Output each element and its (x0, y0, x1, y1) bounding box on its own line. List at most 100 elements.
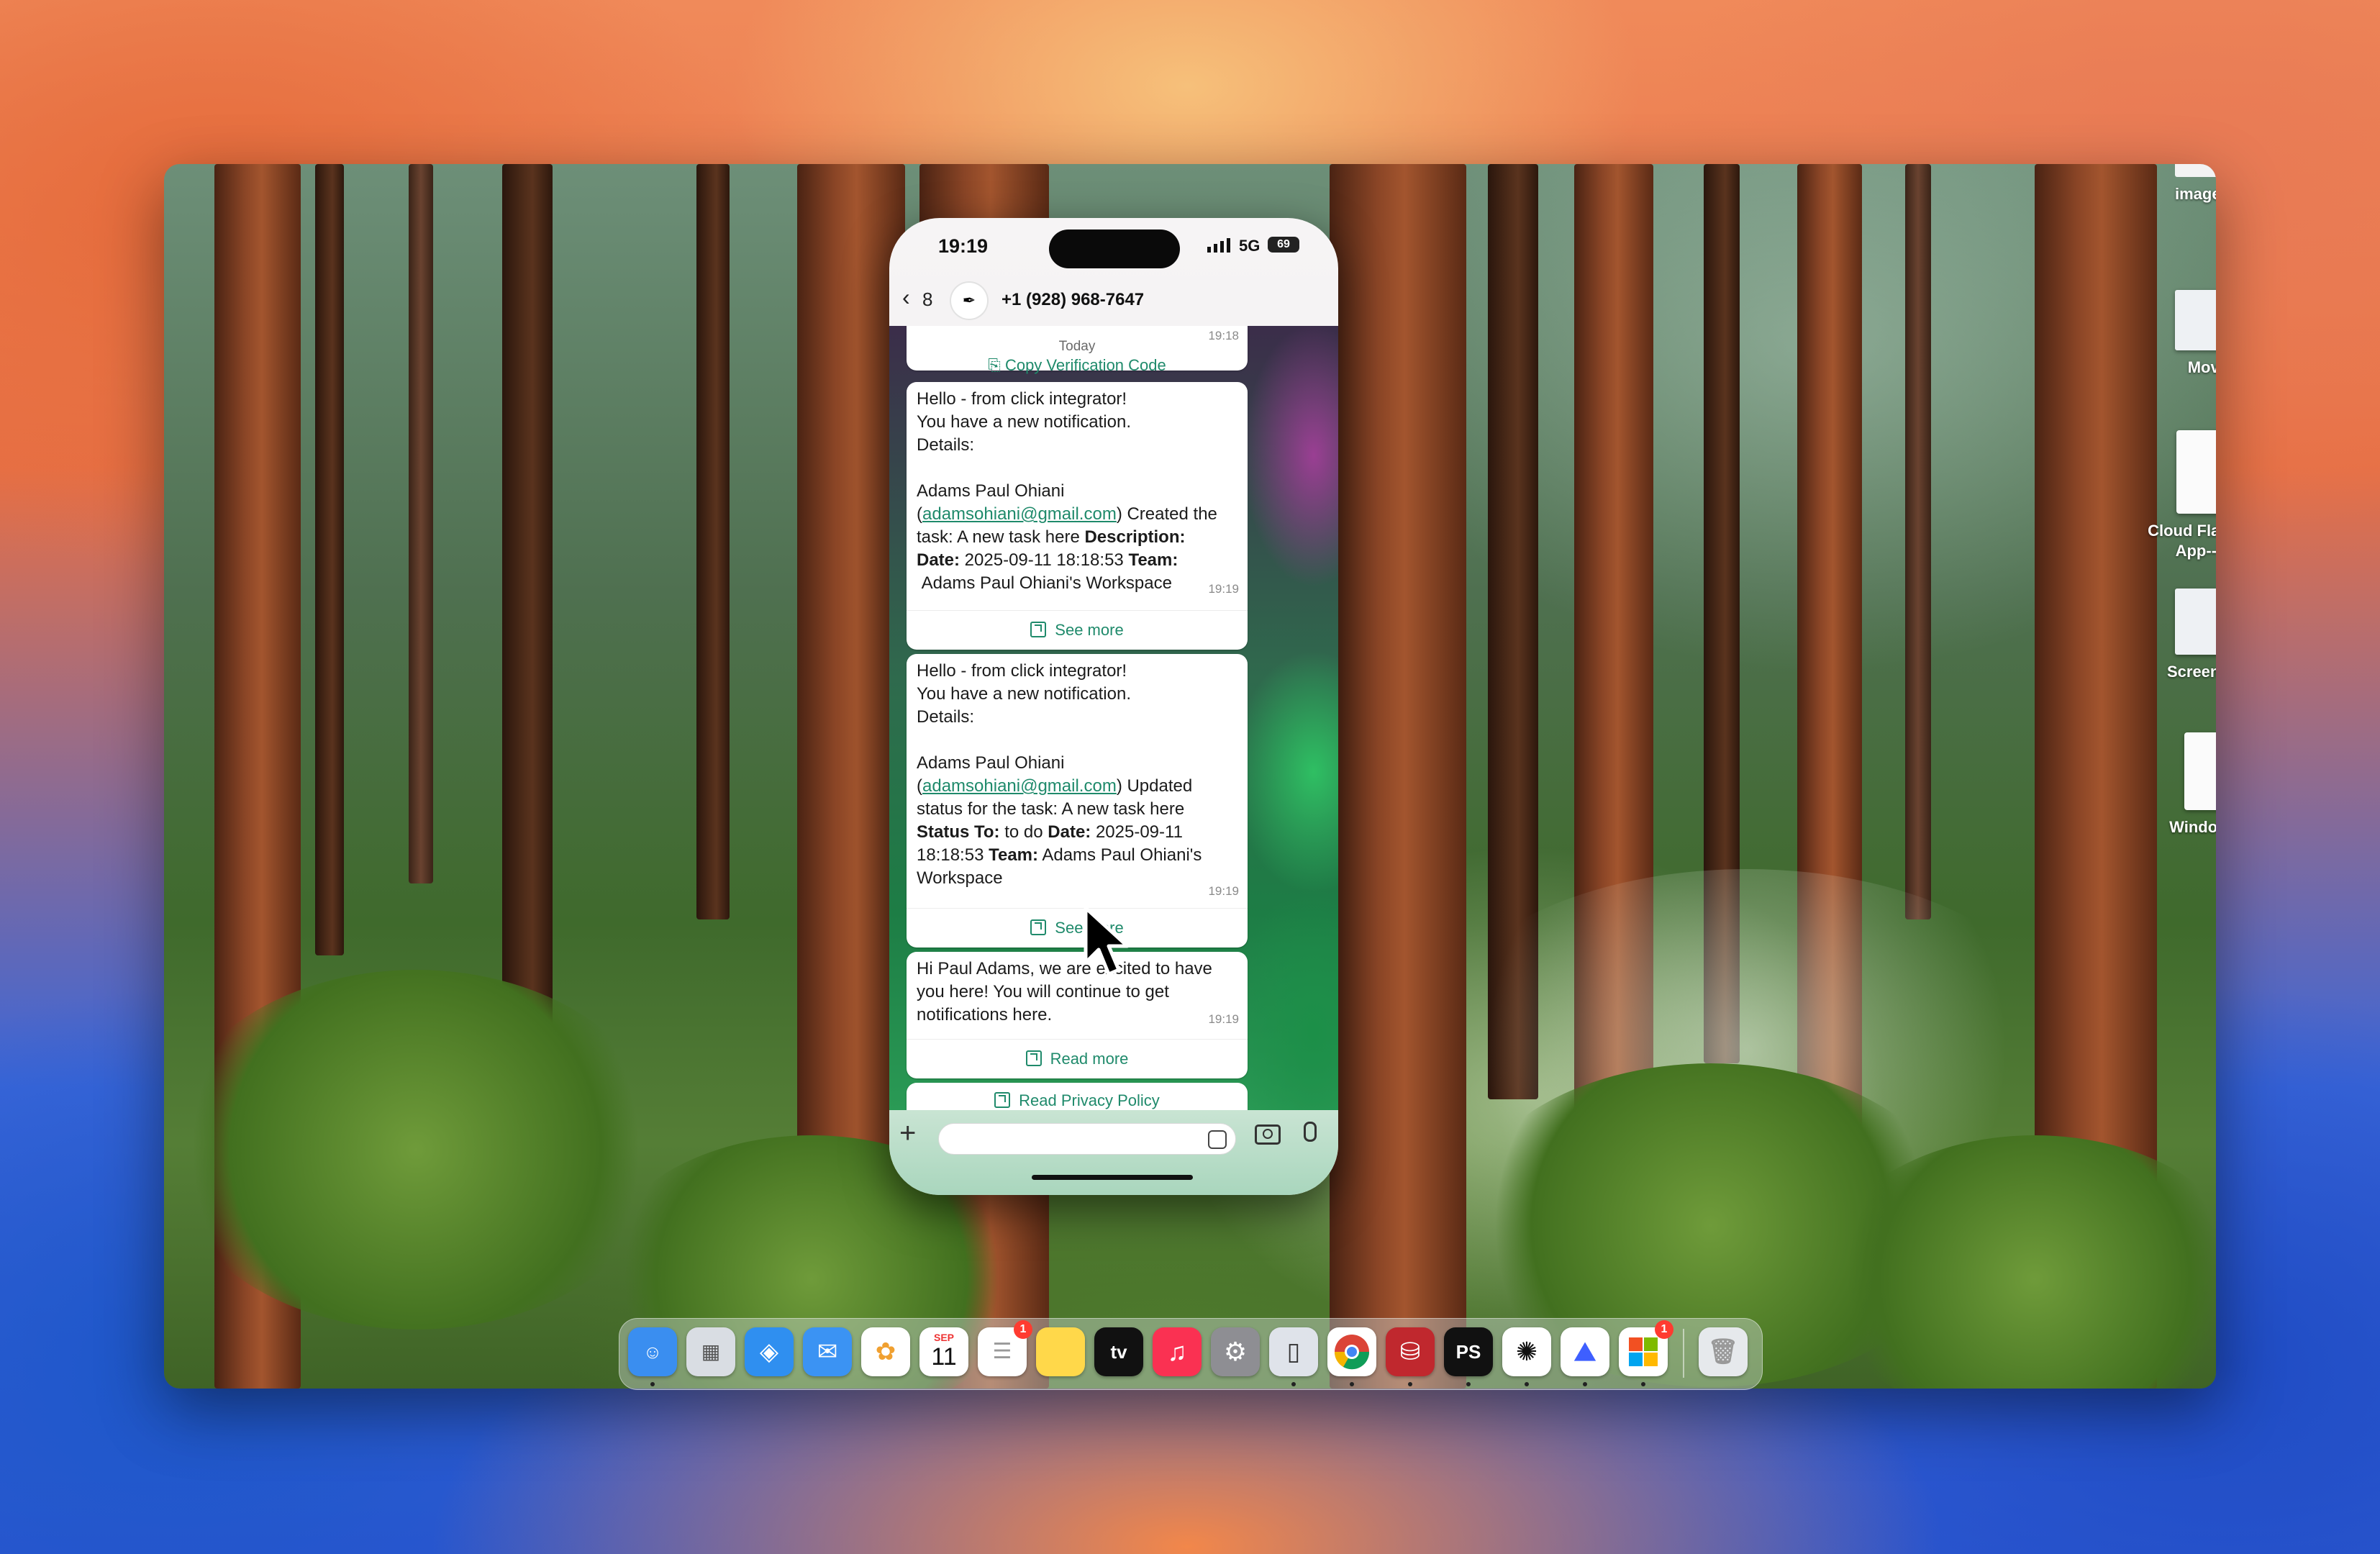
plus-icon[interactable]: + (899, 1117, 916, 1150)
battery-icon: 69 (1268, 237, 1299, 253)
phpstorm-icon[interactable]: PS (1444, 1327, 1493, 1376)
chat-messages[interactable]: 19:18 Today ⎘ Copy Verification Code Hel… (889, 326, 1338, 1110)
iphone-mirroring-icon[interactable]: ▯ (1269, 1327, 1318, 1376)
chrome-logo-icon (1334, 1335, 1370, 1370)
email-link[interactable]: adamsohiani@gmail.com (922, 776, 1117, 796)
message-input[interactable] (938, 1123, 1236, 1155)
calendar-month: SEP (933, 1332, 954, 1343)
msg-label: Date: (917, 550, 960, 570)
finder-icon[interactable]: ☺ (628, 1327, 677, 1376)
email-link[interactable]: adamsohiani@gmail.com (922, 504, 1117, 524)
safari-icon[interactable]: ◈ (745, 1327, 794, 1376)
external-link-icon (1030, 622, 1047, 637)
msg-line: Details: (917, 707, 975, 727)
desktop-folder-movies[interactable]: Movies (2135, 290, 2216, 378)
see-more-button[interactable]: See more (907, 610, 1248, 650)
mouse-cursor-icon (1084, 906, 1130, 976)
back-count[interactable]: 8 (922, 288, 932, 311)
read-privacy-policy-link[interactable]: Read Privacy Policy (907, 1083, 1248, 1110)
photos-icon[interactable]: ✿ (861, 1327, 910, 1376)
microphone-icon[interactable] (1304, 1122, 1317, 1142)
desktop-folder-screenshots[interactable]: Screenshots (2135, 589, 2216, 682)
message-composer: + (889, 1110, 1338, 1195)
dynamic-island (1049, 230, 1180, 268)
desktop-file-cloudflare-email-app[interactable]: Cloud Flare Email App--Imqv (2135, 430, 2216, 561)
tv-icon[interactable]: tv (1094, 1327, 1143, 1376)
copy-verification-code-button[interactable]: ⎘ Copy Verification Code (907, 356, 1248, 375)
music-icon[interactable]: ♫ (1153, 1327, 1202, 1376)
contact-avatar[interactable]: ✒ (951, 283, 987, 319)
tree-trunk (1330, 164, 1466, 1389)
msg-label: Team: (989, 845, 1038, 865)
see-more-label: See more (1055, 621, 1124, 639)
nordvpn-icon[interactable]: ⛰ (1561, 1327, 1609, 1376)
system-settings-icon[interactable]: ⚙ (1211, 1327, 1260, 1376)
back-chevron-icon[interactable]: ‹ (902, 284, 910, 311)
msg-line: Adams Paul Ohiani (917, 753, 1065, 773)
database-icon[interactable]: ⛁ (1386, 1327, 1435, 1376)
calendar-icon[interactable]: SEP 11 (919, 1327, 968, 1376)
notes-icon[interactable] (1036, 1327, 1085, 1376)
tree-trunk (696, 164, 730, 919)
message-text: Hello - from click integrator! You have … (917, 661, 1207, 888)
privacy-policy-label: Read Privacy Policy (1019, 1091, 1160, 1109)
shrub (164, 970, 668, 1330)
dock-divider (1683, 1329, 1684, 1378)
desktop-icon-label: image.png (2174, 185, 2216, 203)
contact-name[interactable]: +1 (928) 968-7647 (1001, 290, 1144, 310)
image-thumbnail-icon (2175, 164, 2216, 177)
msg-line: Hello - from click integrator! (917, 389, 1127, 409)
see-more-button[interactable]: See more (907, 908, 1248, 948)
running-indicator (1466, 1382, 1471, 1386)
phpstorm-label: PS (1455, 1341, 1481, 1363)
chat-header: ‹ 8 ✒ +1 (928) 968-7647 (889, 276, 1338, 326)
status-bar: 19:19 5G 69 (889, 218, 1338, 276)
movies-thumbnail-icon (2175, 290, 2216, 350)
running-indicator (650, 1382, 655, 1386)
notification-badge: 1 (1655, 1320, 1673, 1339)
reminders-icon[interactable]: ☰ 1 (978, 1320, 1032, 1376)
desktop-icon-label: Screenshots (2166, 663, 2216, 681)
message-bubble: 19:18 Today ⎘ Copy Verification Code (907, 326, 1248, 374)
msg-label: Status To: (917, 822, 1000, 842)
signal-icon (1207, 238, 1230, 253)
copy-icon: ⎘ (988, 356, 1005, 374)
read-more-button[interactable]: Read more (907, 1039, 1248, 1078)
running-indicator (1525, 1382, 1529, 1386)
running-indicator (1583, 1382, 1587, 1386)
privacy-policy-row[interactable]: Read Privacy Policy (907, 1083, 1248, 1110)
msg-line: Details: (917, 435, 975, 455)
screenshots-stack-icon (2175, 589, 2216, 655)
running-indicator (1641, 1382, 1645, 1386)
message-time: 19:19 (1208, 1012, 1239, 1026)
msg-line: Hello - from click integrator! (917, 661, 1127, 681)
desktop-icon-label: Movies (2187, 358, 2216, 376)
external-link-icon (994, 1092, 1011, 1108)
iphone-mirroring-window[interactable]: 19:19 5G 69 ‹ 8 ✒ +1 (928) 968-7647 19:1… (889, 218, 1338, 1195)
sticker-icon[interactable] (1208, 1130, 1227, 1149)
tv-label: tv (1110, 1341, 1127, 1363)
message-bubble: Hello - from click integrator! You have … (907, 654, 1248, 948)
chrome-icon[interactable] (1327, 1327, 1376, 1376)
document-icon (2176, 430, 2216, 514)
message-text: Hello - from click integrator! You have … (917, 389, 1222, 593)
microsoft-icon[interactable]: 1 (1619, 1320, 1673, 1376)
message-bubble: Hi Paul Adams, we are excited to have yo… (907, 952, 1248, 1078)
mail-icon[interactable]: ✉ (803, 1327, 852, 1376)
read-more-label: Read more (1050, 1050, 1129, 1068)
message-bubble: Hello - from click integrator! You have … (907, 382, 1248, 650)
desktop-alias-windows-11[interactable]: Windows 11 (2135, 732, 2216, 837)
message-text: Hi Paul Adams, we are excited to have yo… (917, 959, 1217, 1024)
msg-label: Description: (1084, 527, 1186, 547)
desktop-file-image-png[interactable]: image.png (2135, 164, 2216, 204)
chatgpt-icon[interactable]: ✺ (1502, 1327, 1551, 1376)
msg-label: Date: (1048, 822, 1091, 842)
msg-value: Adams Paul Ohiani's Workspace (917, 573, 1172, 593)
home-indicator[interactable] (1032, 1175, 1193, 1180)
running-indicator (1350, 1382, 1354, 1386)
message-time: 19:19 (1208, 582, 1239, 596)
launchpad-icon[interactable]: ▦ (686, 1327, 735, 1376)
trash-icon[interactable]: 🗑 (1699, 1327, 1748, 1376)
running-indicator (1291, 1382, 1296, 1386)
camera-icon[interactable] (1255, 1124, 1281, 1145)
